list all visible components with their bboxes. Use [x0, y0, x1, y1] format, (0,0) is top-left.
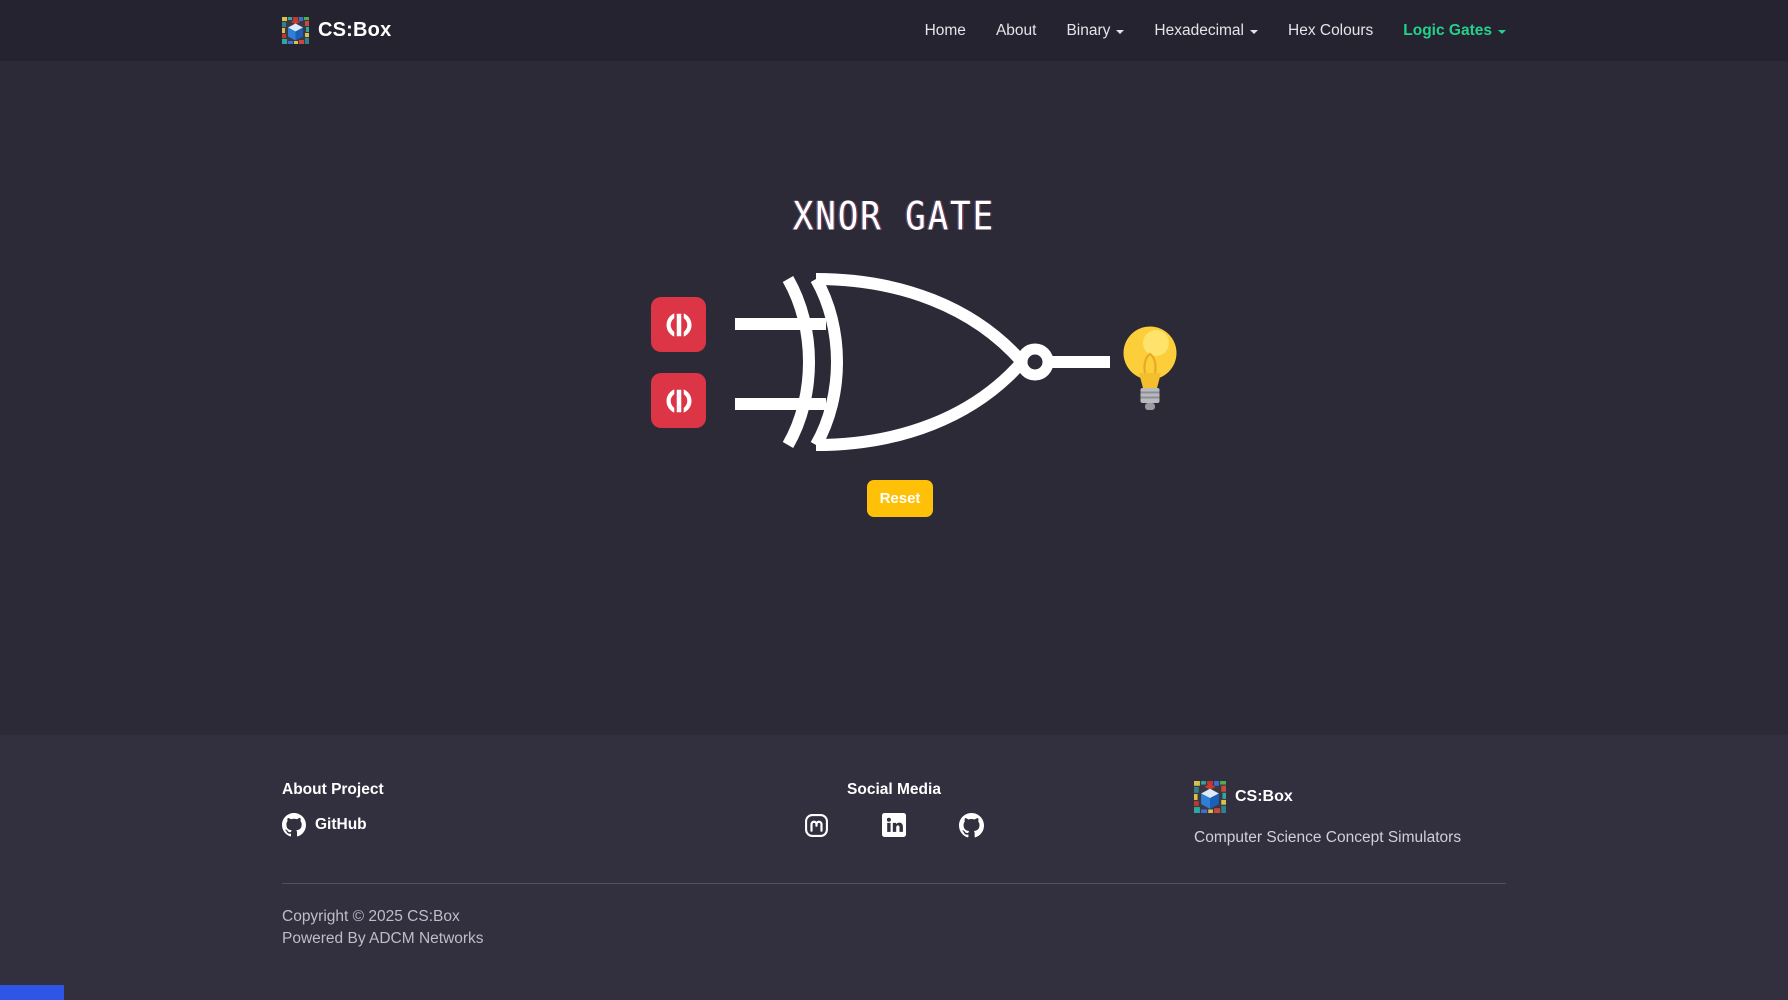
- footer-social-column: Social Media: [690, 781, 1098, 847]
- chevron-down-icon: [1498, 30, 1506, 34]
- footer: About Project GitHub Social Media: [0, 735, 1788, 1000]
- gate-bottom-curve: [816, 362, 1022, 445]
- github-icon: [282, 813, 306, 837]
- footer-tagline: Computer Science Concept Simulators: [1194, 829, 1506, 847]
- navbar-brand[interactable]: CS:Box: [282, 17, 391, 44]
- power-off-icon: [664, 386, 694, 416]
- nav-item-binary[interactable]: Binary: [1066, 22, 1124, 40]
- simulator-stage: XNOR GATE: [0, 61, 1788, 735]
- input-a-toggle-button[interactable]: [651, 297, 706, 352]
- footer-brand-column: CS:Box Computer Science Concept Simulato…: [1098, 781, 1506, 847]
- github-icon: [959, 813, 984, 838]
- nav-item-home[interactable]: Home: [925, 22, 966, 40]
- copyright-block: Copyright © 2025 CS:Box Powered By ADCM …: [282, 906, 1506, 951]
- copyright-line: Copyright © 2025 CS:Box: [282, 906, 1506, 928]
- output-lightbulb-on-icon: [1120, 322, 1180, 417]
- navbar: CS:Box Home About Binary Hexadecimal Hex…: [0, 0, 1788, 61]
- reset-button[interactable]: Reset: [867, 480, 933, 517]
- linkedin-link[interactable]: [882, 813, 906, 838]
- github-link[interactable]: GitHub: [282, 813, 690, 837]
- github-social-link[interactable]: [959, 813, 984, 838]
- social-media-heading: Social Media: [690, 781, 1098, 799]
- nav-item-hex-colours[interactable]: Hex Colours: [1288, 22, 1373, 40]
- input-b-toggle-button[interactable]: [651, 373, 706, 428]
- navbar-brand-label: CS:Box: [318, 19, 391, 42]
- nav-item-logic-gates[interactable]: Logic Gates: [1403, 22, 1506, 40]
- mastodon-link[interactable]: [804, 813, 829, 838]
- bottom-edge-artifact: [0, 985, 64, 1000]
- power-off-icon: [664, 310, 694, 340]
- footer-divider: [282, 883, 1506, 884]
- csbox-logo-icon: [1194, 781, 1226, 813]
- chevron-down-icon: [1116, 30, 1124, 34]
- gate-top-curve: [816, 279, 1022, 362]
- nav-item-hexadecimal[interactable]: Hexadecimal: [1154, 22, 1258, 40]
- chevron-down-icon: [1250, 30, 1258, 34]
- github-link-label: GitHub: [315, 816, 367, 834]
- footer-brand-label: CS:Box: [1235, 788, 1293, 806]
- gate-back-curve: [816, 279, 837, 445]
- nav-item-about[interactable]: About: [996, 22, 1037, 40]
- footer-about-column: About Project GitHub: [282, 781, 690, 847]
- mastodon-icon: [804, 813, 829, 838]
- inversion-bubble: [1022, 349, 1048, 375]
- gate-title: XNOR GATE: [0, 194, 1788, 240]
- nav-links: Home About Binary Hexadecimal Hex Colour…: [925, 22, 1506, 40]
- footer-brand[interactable]: CS:Box: [1194, 781, 1506, 813]
- xnor-gate-diagram: [728, 273, 1116, 451]
- xor-extra-curve: [788, 279, 809, 445]
- about-project-heading: About Project: [282, 781, 690, 799]
- linkedin-icon: [882, 813, 906, 837]
- powered-by-line: Powered By ADCM Networks: [282, 928, 1506, 950]
- csbox-logo-icon: [282, 17, 309, 44]
